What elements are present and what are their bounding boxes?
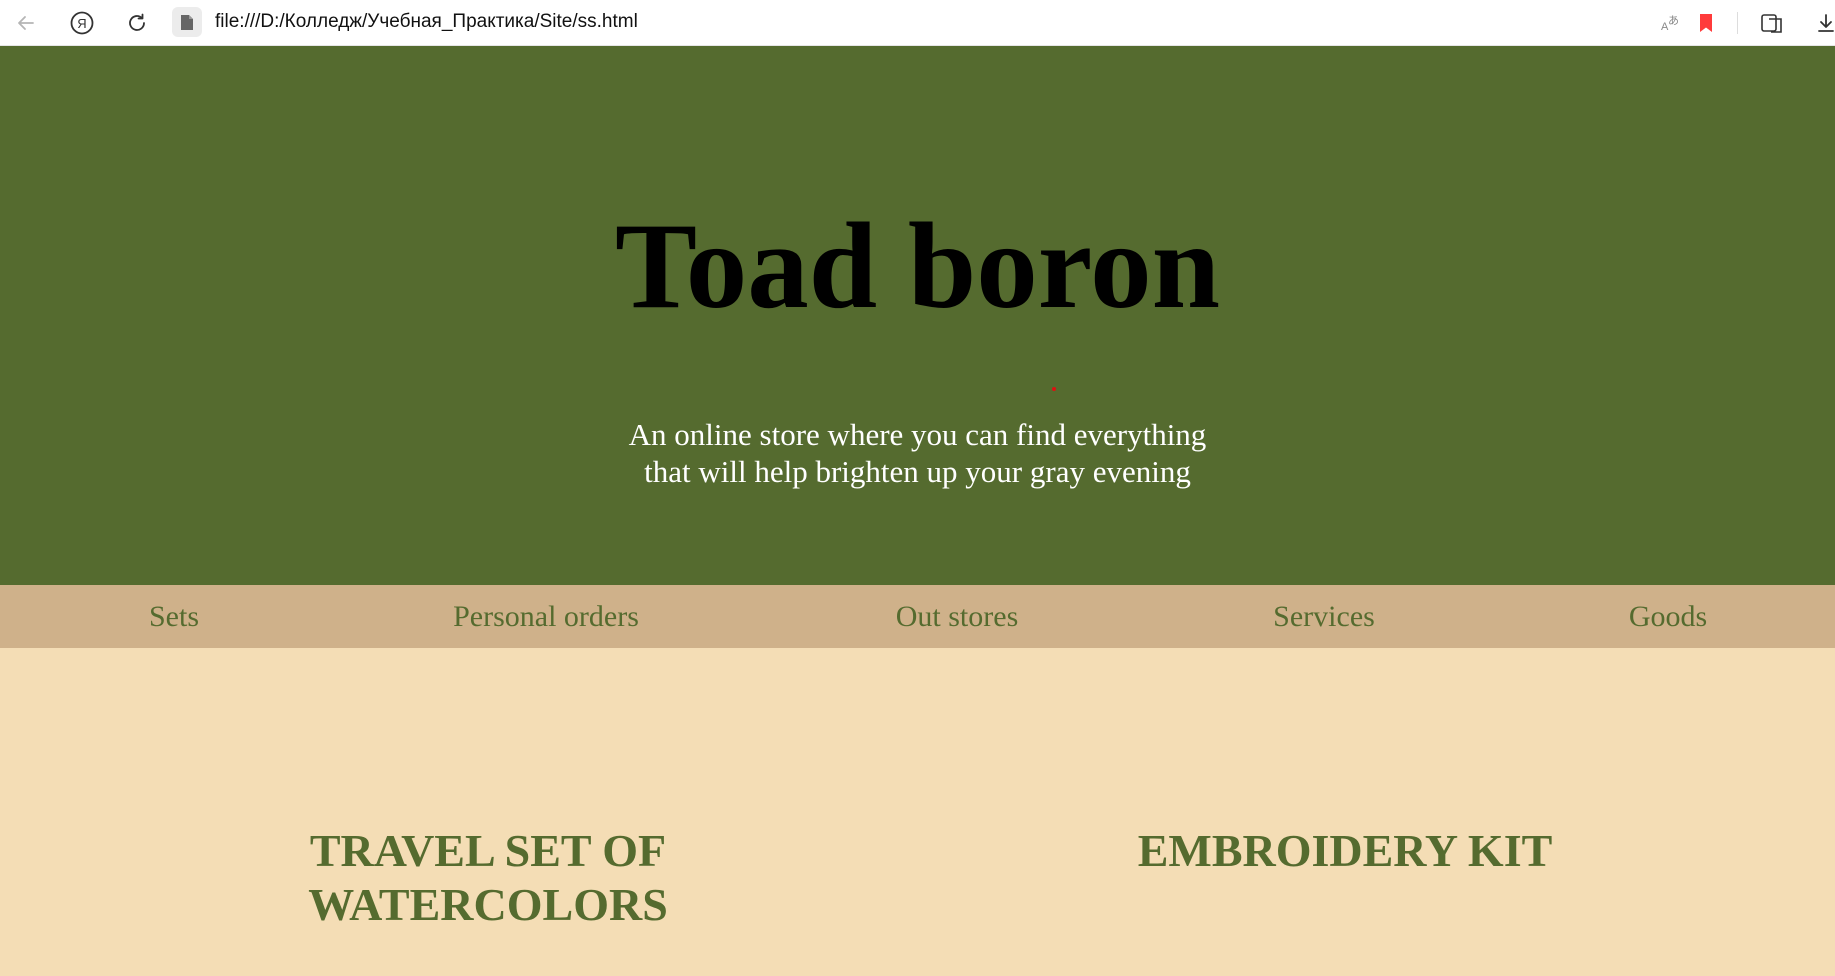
product-title-line: TRAVEL SET OF xyxy=(309,825,667,876)
toolbar-divider xyxy=(1737,12,1738,34)
yandex-icon[interactable]: Я xyxy=(66,7,98,39)
nav-item-sets[interactable]: Sets xyxy=(149,585,199,648)
red-dot xyxy=(1052,387,1056,391)
hero-banner: Toad boron An online store where you can… xyxy=(0,46,1835,585)
back-icon[interactable] xyxy=(10,7,42,39)
download-icon[interactable] xyxy=(1810,7,1835,39)
nav-item-services[interactable]: Services xyxy=(1273,585,1375,648)
reader-icon[interactable] xyxy=(1756,7,1788,39)
tagline-line-1: An online store where you can find every… xyxy=(628,417,1207,452)
nav-item-personal-orders[interactable]: Personal orders xyxy=(453,585,639,648)
address-bar[interactable]: file:///D:/Колледж/Учебная_Практика/Site… xyxy=(215,9,638,35)
bookmark-icon[interactable] xyxy=(1690,7,1722,39)
product-title-embroidery-kit[interactable]: EMBROIDERY KIT xyxy=(1138,824,1553,878)
svg-text:Я: Я xyxy=(77,16,86,31)
nav-item-out-stores[interactable]: Out stores xyxy=(896,585,1019,648)
file-icon[interactable] xyxy=(172,7,202,37)
svg-text:あ: あ xyxy=(1668,14,1679,27)
site-title: Toad boron xyxy=(614,197,1221,334)
product-title-line: EMBROIDERY KIT xyxy=(1137,825,1553,876)
product-title-travel-watercolors[interactable]: TRAVEL SET OF WATERCOLORS xyxy=(308,824,668,932)
tagline-line-2: that will help brighten up your gray eve… xyxy=(644,454,1191,489)
browser-toolbar: Я file:///D:/Колледж/Учебная_Практика/Si… xyxy=(0,0,1835,46)
main-nav: Sets Personal orders Out stores Services… xyxy=(0,585,1835,648)
product-title-line: WATERCOLORS xyxy=(308,879,668,930)
site-tagline: An online store where you can find every… xyxy=(0,416,1835,490)
reload-icon[interactable] xyxy=(121,7,153,39)
nav-item-goods[interactable]: Goods xyxy=(1629,585,1707,648)
translate-icon[interactable]: Aあ xyxy=(1654,7,1686,39)
